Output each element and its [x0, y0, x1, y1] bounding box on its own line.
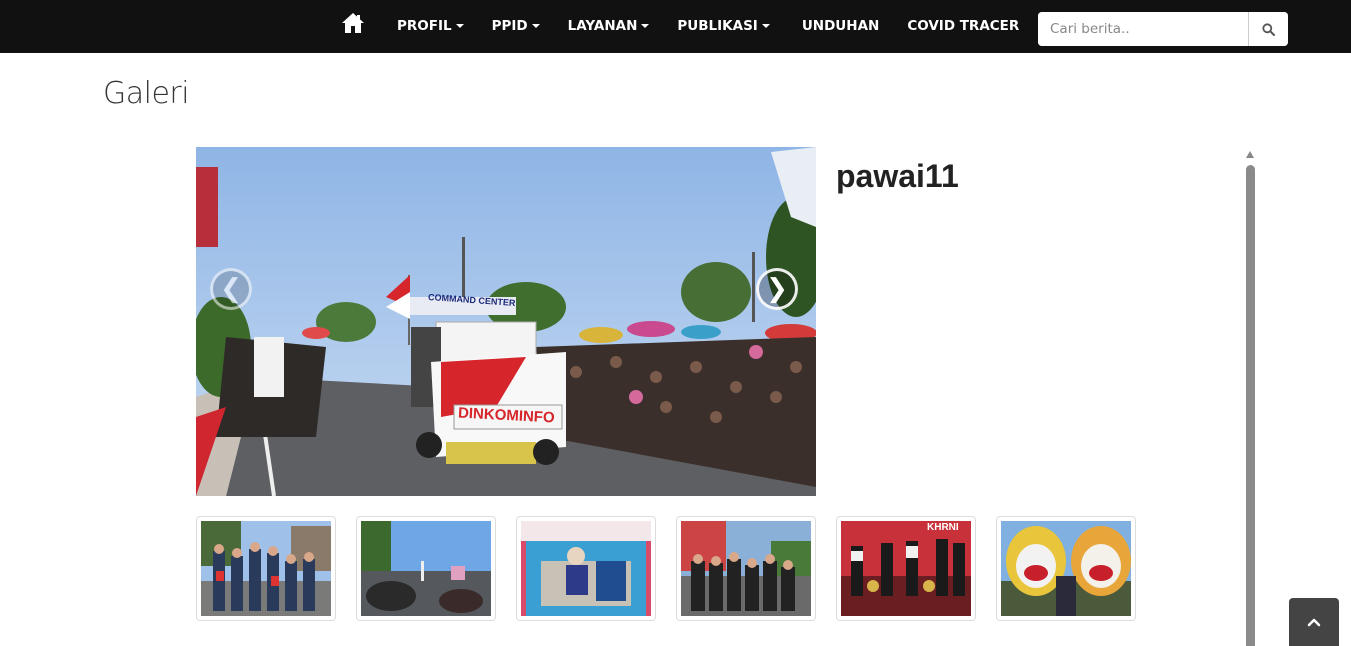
top-navbar: PROFIL PPID LAYANAN PUBLIKASI UNDUHAN CO…: [0, 0, 1351, 53]
chevron-right-icon: ❯: [766, 274, 788, 304]
thumbnail-6[interactable]: [996, 516, 1136, 621]
caret-down-icon: [641, 23, 650, 28]
nav-item-label: COVID TRACER: [907, 18, 1020, 34]
caret-down-icon: [761, 23, 770, 28]
search-form: [1038, 12, 1288, 46]
nav-item-unduhan[interactable]: UNDUHAN: [788, 0, 893, 53]
search-icon: [1262, 22, 1275, 36]
thumbnail-1[interactable]: [196, 516, 336, 621]
carousel-prev-button[interactable]: ❮: [210, 268, 252, 310]
chevron-left-icon: ❮: [220, 274, 242, 304]
scrollbar-thumb[interactable]: [1246, 165, 1255, 646]
thumbnail-2[interactable]: [356, 516, 496, 621]
gallery-main-photo[interactable]: COMMAND CENTER DINKOMINFO ❮ ❯: [196, 147, 816, 496]
nav-item-label: PROFIL: [397, 18, 452, 34]
nav-item-layanan[interactable]: LAYANAN: [554, 0, 664, 53]
page-title: Galeri: [103, 76, 190, 111]
nav-item-label: UNDUHAN: [801, 18, 880, 34]
caret-down-icon: [531, 23, 540, 28]
caret-down-icon: [455, 23, 464, 28]
nav-menu: PROFIL PPID LAYANAN PUBLIKASI UNDUHAN CO…: [383, 0, 1033, 53]
scroll-up-arrow[interactable]: [1246, 151, 1254, 158]
thumbnail-4[interactable]: [676, 516, 816, 621]
nav-item-label: PPID: [491, 18, 528, 34]
nav-item-label: LAYANAN: [567, 18, 638, 34]
back-to-top-button[interactable]: [1289, 598, 1339, 646]
thumbnail-3[interactable]: [516, 516, 656, 621]
nav-item-profil[interactable]: PROFIL: [383, 0, 478, 53]
search-button[interactable]: [1249, 12, 1288, 46]
chevron-up-icon: [1307, 618, 1321, 627]
nav-item-ppid[interactable]: PPID: [478, 0, 554, 53]
thumbnail-banner-text: KHRNI: [927, 522, 959, 533]
home-icon[interactable]: [341, 12, 365, 34]
search-input[interactable]: [1038, 12, 1249, 46]
carousel-next-button[interactable]: ❯: [756, 268, 798, 310]
nav-item-covid-tracer[interactable]: COVID TRACER: [893, 0, 1033, 53]
nav-item-label: PUBLIKASI: [677, 18, 758, 34]
thumbnail-5[interactable]: KHRNI: [836, 516, 976, 621]
photo-title: pawai11: [836, 158, 959, 194]
nav-item-publikasi[interactable]: PUBLIKASI: [663, 0, 783, 53]
